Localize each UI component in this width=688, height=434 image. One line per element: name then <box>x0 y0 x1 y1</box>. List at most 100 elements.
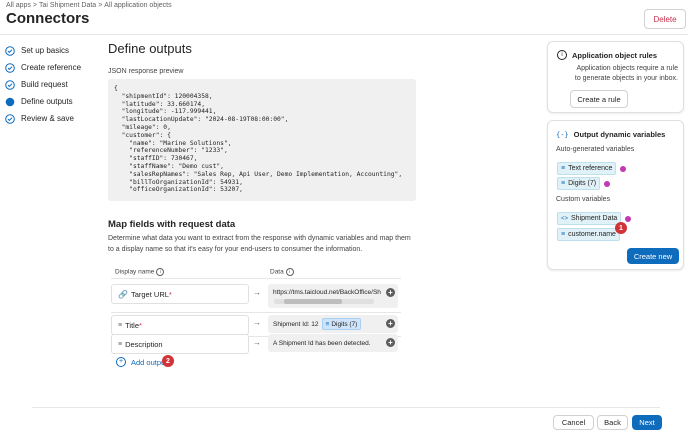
json-preview[interactable]: { "shipmentId": 120004358, "latitude": 3… <box>108 79 416 201</box>
step-label: Create reference <box>21 63 82 72</box>
step-label: Define outputs <box>21 97 73 106</box>
wizard-steps: Set up basics Create reference Build req… <box>5 42 81 127</box>
digits-variable-chip[interactable]: ≡ Digits (7) <box>321 318 362 330</box>
step-label: Set up basics <box>21 46 70 55</box>
info-icon[interactable]: i <box>156 268 165 276</box>
data-header-label: Data <box>270 268 284 276</box>
add-output-button[interactable]: + Add output <box>116 357 167 367</box>
add-variable-icon[interactable]: + <box>386 319 395 328</box>
create-rule-button[interactable]: Create a rule <box>570 90 628 108</box>
data-field-text: Shipment Id: 12 <box>273 320 319 328</box>
rules-card-title: Application object rules <box>572 50 658 60</box>
auto-var-row: ≡ Text reference <box>557 162 627 175</box>
data-field-text: https://tms.taicloud.net/BackOffice/Sh <box>273 289 381 296</box>
check-circle-icon <box>5 45 15 56</box>
next-button[interactable]: Next <box>632 415 662 430</box>
chip-label: customer.name <box>568 231 616 238</box>
add-variable-icon[interactable]: + <box>386 338 395 347</box>
braces-icon: {-} <box>556 130 569 139</box>
map-fields-description: Determine what data you want to extract … <box>108 235 411 253</box>
chip-label: Text reference <box>568 165 613 172</box>
header-divider <box>0 34 688 35</box>
breadcrumb: All apps > Tai Shipment Data > All applicati… <box>6 2 172 9</box>
delete-button[interactable]: Delete <box>644 9 686 29</box>
breadcrumb-item-app[interactable]: Tai Shipment Data <box>39 2 96 9</box>
title-data-field[interactable]: Shipment Id: 12 ≡ Digits (7) + <box>268 315 398 333</box>
status-dot <box>620 165 627 172</box>
text-lines-icon: ≡ <box>325 320 330 328</box>
map-fields-title: Map fields with request data <box>108 219 236 230</box>
text-lines-icon: ≡ <box>118 340 123 348</box>
check-circle-icon <box>5 79 15 90</box>
breadcrumb-separator: > <box>32 2 37 9</box>
chip-label: Digits (7) <box>568 180 597 187</box>
chip-label: Digits (7) <box>331 320 358 328</box>
auto-var-row: ≡ Digits (7) <box>557 177 611 190</box>
dynamic-variables-card: {-} Output dynamic variables Auto-genera… <box>547 120 684 270</box>
text-lines-icon: ≡ <box>561 165 566 172</box>
rules-card-text: Application objects require a rule to ge… <box>574 65 678 82</box>
plus-circle-icon: + <box>116 357 126 367</box>
step-create-reference[interactable]: Create reference <box>5 59 81 76</box>
breadcrumb-item-objects[interactable]: All application objects <box>104 2 171 9</box>
required-star: * <box>138 320 142 330</box>
breadcrumb-separator: > <box>98 2 103 9</box>
scrollbar-thumb[interactable] <box>284 299 342 304</box>
callout-badge-2: 2 <box>162 355 174 367</box>
add-variable-icon[interactable]: + <box>386 288 395 297</box>
link-icon: 🔗 <box>118 289 128 299</box>
step-label: Build request <box>21 80 68 89</box>
status-dot <box>604 180 611 187</box>
customer-name-chip[interactable]: ≡ customer.name <box>557 228 620 241</box>
table-divider <box>111 278 401 279</box>
vars-card-header: {-} Output dynamic variables <box>556 130 665 139</box>
arrow-right-icon: → <box>253 288 261 297</box>
page-title: Connectors <box>6 10 90 27</box>
vars-card-title: Output dynamic variables <box>573 130 666 139</box>
callout-badge-1: 1 <box>615 222 627 234</box>
check-circle-icon <box>5 113 15 124</box>
digits-chip[interactable]: ≡ Digits (7) <box>557 177 601 190</box>
data-field-text: A Shipment Id has been detected. <box>273 339 371 347</box>
section-title: Define outputs <box>108 41 192 56</box>
info-icon[interactable]: i <box>285 268 294 276</box>
step-build-request[interactable]: Build request <box>5 76 81 93</box>
step-label: Review & save <box>21 114 74 123</box>
arrow-right-icon: → <box>253 338 261 347</box>
description-name-field[interactable]: ≡ Description <box>111 334 249 354</box>
text-lines-icon: ≡ <box>118 321 123 329</box>
required-star: * <box>168 289 172 299</box>
create-new-button[interactable]: Create new <box>627 248 679 264</box>
custom-var-row: ≡ customer.name <box>557 228 620 241</box>
description-data-field[interactable]: A Shipment Id has been detected. + <box>268 334 398 352</box>
shipment-data-chip[interactable]: <> Shipment Data <box>557 212 622 225</box>
auto-generated-label: Auto-generated variables <box>556 146 635 153</box>
check-circle-icon <box>5 62 15 73</box>
json-preview-text: { "shipmentId": 120004358, "latitude": 3… <box>114 85 403 194</box>
rules-card: i Application object rules Application o… <box>547 41 684 113</box>
horizontal-scrollbar[interactable] <box>274 299 374 304</box>
title-name-field[interactable]: ≡ Title * <box>111 315 249 335</box>
step-set-up-basics[interactable]: Set up basics <box>5 42 81 59</box>
step-review-save[interactable]: Review & save <box>5 110 81 127</box>
back-button[interactable]: Back <box>597 415 628 430</box>
field-name-label: Target URL <box>130 289 169 299</box>
breadcrumb-item-all-apps[interactable]: All apps <box>6 2 31 9</box>
cancel-button[interactable]: Cancel <box>553 415 594 430</box>
display-name-header: Display name i <box>115 268 165 276</box>
code-icon: <> <box>561 215 569 222</box>
current-step-icon <box>5 97 15 107</box>
step-define-outputs[interactable]: Define outputs <box>5 93 81 110</box>
chip-label: Shipment Data <box>571 215 618 222</box>
info-circle-icon: i <box>557 50 567 60</box>
target-url-data-field[interactable]: https://tms.taicloud.net/BackOffice/Sh + <box>268 284 398 308</box>
rules-card-header: i Application object rules <box>557 50 657 60</box>
footer-divider <box>32 407 660 408</box>
field-name-label: Description <box>125 339 163 349</box>
text-reference-chip[interactable]: ≡ Text reference <box>557 162 617 175</box>
table-divider <box>111 312 401 313</box>
field-name-label: Title <box>125 320 139 330</box>
json-preview-label: JSON response preview <box>108 68 184 75</box>
target-url-name-field[interactable]: 🔗 Target URL * <box>111 284 249 304</box>
arrow-right-icon: → <box>253 318 261 327</box>
